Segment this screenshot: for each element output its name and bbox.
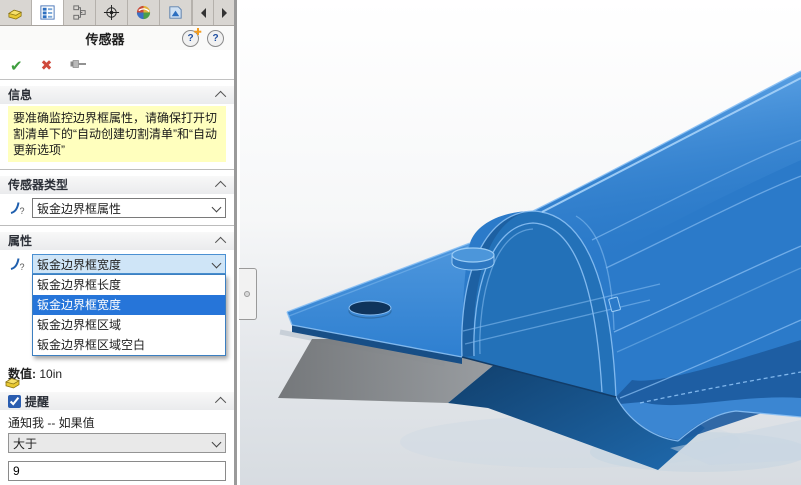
alert-prompt: 通知我 -- 如果值	[8, 416, 95, 430]
chevron-up-icon	[214, 180, 227, 193]
part-icon	[7, 4, 24, 21]
dropdown-option-length[interactable]: 钣金边界框长度	[33, 275, 225, 295]
section-header-alert[interactable]: 提醒	[0, 392, 234, 410]
svg-text:?: ?	[20, 206, 25, 216]
divider	[0, 225, 234, 226]
section-header-info[interactable]: 信息	[0, 86, 234, 104]
section-header-properties[interactable]: 属性	[0, 232, 234, 250]
solidworks-window: 传感器 ? ? ✔ ✖ 信息 要准确监控边界框属性，请确保打开切割清单下的“自动…	[0, 0, 801, 485]
value-row: 数值: 10in	[8, 365, 226, 382]
chevron-up-icon	[214, 90, 227, 103]
star-icon	[194, 28, 201, 35]
splitter-dot-icon	[244, 291, 250, 297]
property-manager-panel: 传感器 ? ? ✔ ✖ 信息 要准确监控边界框属性，请确保打开切割清单下的“自动…	[0, 0, 237, 485]
svg-text:?: ?	[20, 262, 25, 272]
chevron-down-icon	[211, 437, 222, 448]
bounding-box-property-combobox[interactable]: 钣金边界框宽度	[32, 254, 226, 274]
property-dropdown-list: 钣金边界框长度 钣金边界框宽度 钣金边界框区域 钣金边界框区域空白	[32, 274, 226, 356]
divider	[0, 169, 234, 170]
cancel-button[interactable]: ✖	[41, 57, 53, 74]
sensor-icon: ?	[8, 254, 28, 274]
manager-tabbar	[0, 0, 234, 26]
scroll-left-button[interactable]	[192, 0, 213, 25]
tab-cam[interactable]	[160, 0, 192, 25]
configuration-icon	[71, 4, 88, 21]
info-message: 要准确监控边界框属性，请确保打开切割清单下的“自动创建切割清单”和“自动更新选项…	[8, 106, 226, 162]
scroll-right-button[interactable]	[213, 0, 234, 25]
dropdown-option-width[interactable]: 钣金边界框宽度	[33, 295, 225, 315]
property-manager-icon	[39, 4, 56, 21]
panel-splitter-handle[interactable]	[239, 268, 257, 320]
chevron-up-icon	[214, 236, 227, 249]
section-header-sensor-type[interactable]: 传感器类型	[0, 176, 234, 194]
chevron-up-icon	[214, 396, 227, 409]
sensor-type-combobox[interactable]: 钣金边界框属性	[32, 198, 226, 218]
operator-value: 大于	[13, 436, 38, 451]
whats-new-help-icon[interactable]: ?	[182, 28, 201, 47]
chevron-down-icon	[211, 258, 222, 269]
left-arrow-icon	[200, 7, 206, 18]
page-title: 传感器	[85, 31, 125, 47]
sensor-type-value: 钣金边界框属性	[37, 201, 122, 216]
tab-feature-manager[interactable]	[0, 0, 32, 25]
tab-display-manager[interactable]	[128, 0, 160, 25]
chevron-down-icon	[211, 202, 222, 213]
tab-property-manager[interactable]	[32, 0, 64, 25]
value-text: 10in	[39, 367, 63, 381]
sensor-icon: ?	[8, 198, 28, 218]
property-value: 钣金边界框宽度	[37, 257, 122, 272]
right-arrow-icon	[221, 7, 227, 18]
alert-checkbox[interactable]	[8, 394, 21, 408]
dropdown-option-area-blank[interactable]: 钣金边界框区域空白	[33, 335, 225, 355]
graphics-viewport[interactable]	[239, 0, 801, 485]
dropdown-option-area[interactable]: 钣金边界框区域	[33, 315, 225, 335]
tab-configuration-manager[interactable]	[64, 0, 96, 25]
cam-icon	[167, 4, 184, 21]
pin-button[interactable]	[70, 58, 87, 73]
help-icon[interactable]: ?	[207, 29, 224, 47]
part-icon	[4, 372, 22, 393]
operator-combobox[interactable]: 大于	[8, 433, 226, 453]
threshold-input[interactable]	[8, 461, 226, 481]
sheet-metal-part-3d-view	[278, 70, 801, 472]
dimxpert-icon	[103, 4, 120, 21]
tab-dimxpert-manager[interactable]	[96, 0, 128, 25]
display-manager-icon	[135, 4, 152, 21]
ok-button[interactable]: ✔	[10, 57, 23, 75]
